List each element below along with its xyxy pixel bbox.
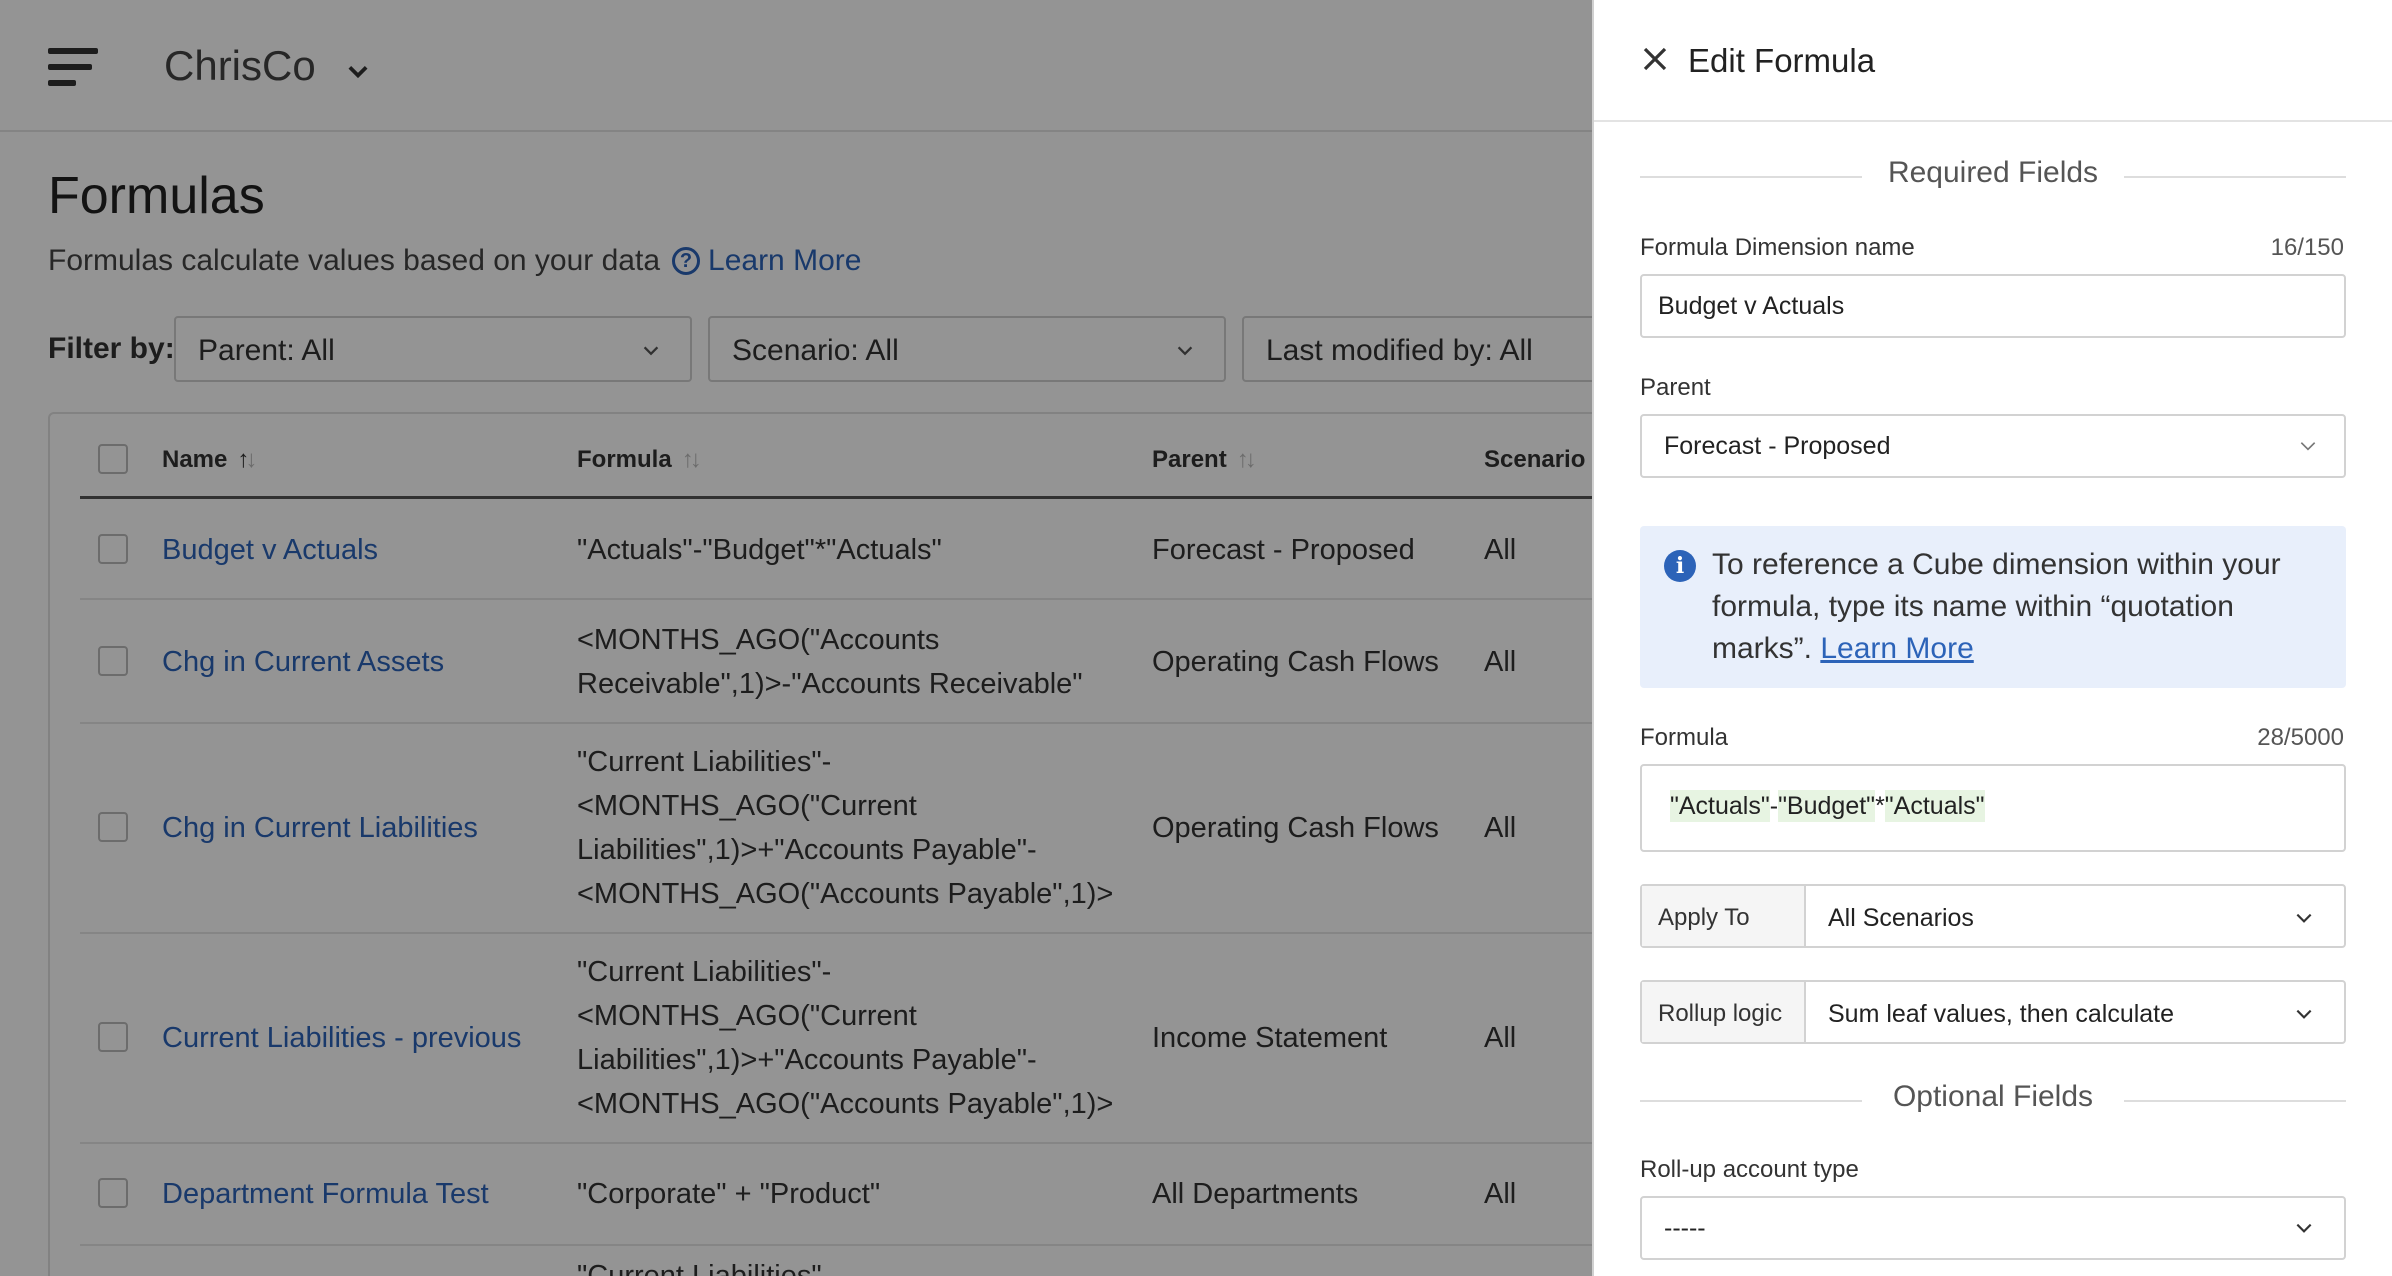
formula-editor[interactable]: "Actuals"-"Budget"*"Actuals" [1640,764,2346,852]
formula-operator: - [1769,792,1779,820]
parent-select-value: Forecast - Proposed [1664,432,1891,460]
info-icon: i [1664,550,1696,582]
chevron-down-icon [2300,442,2316,451]
required-fields-title: Required Fields [1640,156,2346,196]
rollup-type-select[interactable]: ----- [1640,1196,2346,1260]
apply-to-label: Apply To [1642,886,1806,946]
info-message: To reference a Cube dimension within you… [1712,548,2281,665]
edit-formula-drawer: Edit Formula Required Fields Formula Dim… [1592,0,2392,1276]
chevron-down-icon [2296,913,2312,923]
formula-token: "Budget" [1778,790,1876,822]
parent-select[interactable]: Forecast - Proposed [1640,414,2346,478]
parent-label: Parent [1640,374,1711,401]
modal-overlay[interactable] [0,0,1592,1276]
info-learn-more-link[interactable]: Learn More [1820,632,1973,665]
rollup-logic-select[interactable]: Rollup logic Sum leaf values, then calcu… [1640,980,2346,1044]
optional-fields-title: Optional Fields [1640,1080,2346,1120]
formula-operator: * [1875,792,1885,820]
formula-name-input[interactable]: Budget v Actuals [1640,274,2346,338]
apply-to-select[interactable]: Apply To All Scenarios [1640,884,2346,948]
chevron-down-icon [2296,1223,2312,1233]
formula-label: Formula [1640,724,1729,751]
drawer-title: Edit Formula [1688,42,1876,79]
formula-name-count: 16/150 [2270,234,2344,261]
formula-name-value: Budget v Actuals [1658,292,1845,320]
formula-count: 28/5000 [2257,724,2344,751]
close-icon[interactable] [1640,44,1670,74]
formula-token: "Actuals" [1884,790,1985,822]
chevron-down-icon [2296,1009,2312,1019]
apply-to-value: All Scenarios [1828,904,1974,932]
rollup-logic-value: Sum leaf values, then calculate [1828,1000,2175,1028]
rollup-type-label: Roll-up account type [1640,1156,1859,1183]
rollup-type-value: ----- [1664,1214,1706,1242]
info-callout: i To reference a Cube dimension within y… [1640,526,2346,688]
formula-token: "Actuals" [1670,790,1770,822]
drawer-header: Edit Formula [1594,0,2392,122]
formula-name-label: Formula Dimension name [1640,234,1915,261]
rollup-logic-label: Rollup logic [1642,982,1806,1042]
info-text: To reference a Cube dimension within you… [1712,544,2324,670]
